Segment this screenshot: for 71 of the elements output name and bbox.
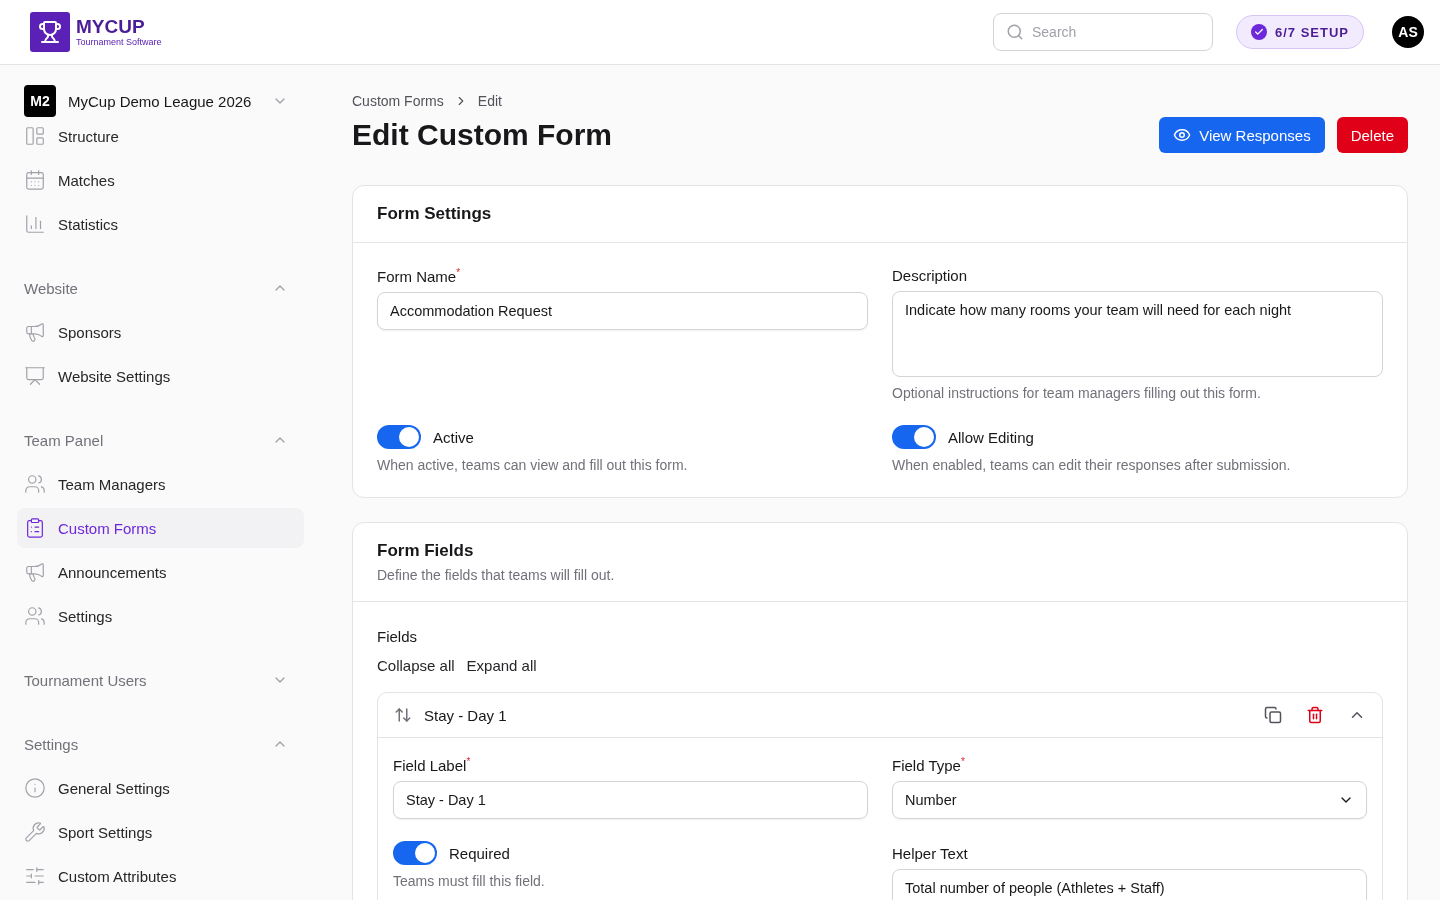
field-title: Stay - Day 1 xyxy=(424,706,508,724)
sidebar-item[interactable]: Settings xyxy=(17,596,304,636)
input-field[interactable]: Stay - Day 1 xyxy=(393,781,868,819)
users-icon xyxy=(24,605,46,627)
info-icon xyxy=(24,777,46,799)
breadcrumb-link[interactable]: Custom Forms xyxy=(352,93,444,109)
copy-icon[interactable] xyxy=(1264,706,1282,724)
page-title: Edit Custom Form xyxy=(352,118,612,152)
user-avatar[interactable]: AS xyxy=(1392,16,1424,48)
presentation-board-icon xyxy=(24,365,46,387)
input-field[interactable]: Accommodation Request xyxy=(377,292,868,330)
sidebar-item[interactable]: Matches xyxy=(17,160,304,200)
eye-icon xyxy=(1173,126,1192,144)
sidebar-item[interactable]: Sponsors xyxy=(17,312,304,352)
bar-chart-icon xyxy=(24,213,46,235)
card-subtitle: Define the fields that teams will fill out. xyxy=(377,567,616,583)
input-field[interactable]: Total number of people (Athletes + Staff) xyxy=(892,869,1367,900)
select-field[interactable]: Number xyxy=(892,781,1367,819)
logo-subtitle: Tournament Software xyxy=(76,37,162,47)
logo-title: MYCUP xyxy=(76,17,146,37)
league-selector[interactable]: M2 MyCup Demo League 2026 xyxy=(17,84,304,118)
sidebar-item[interactable]: Custom Attributes xyxy=(17,856,304,896)
delete-button[interactable]: Delete xyxy=(1336,117,1408,153)
section-label: Fields xyxy=(377,628,418,645)
clipboard-icon xyxy=(24,517,46,539)
users-icon xyxy=(24,473,46,495)
sliders-icon xyxy=(24,865,46,887)
wrench-icon xyxy=(24,821,46,843)
toggle-switch[interactable] xyxy=(892,425,936,449)
setup-progress-button[interactable]: 6/7 SETUP xyxy=(1235,15,1364,49)
check-icon xyxy=(1250,24,1267,40)
card-title: Form Fields xyxy=(377,541,475,561)
reorder-icon[interactable] xyxy=(394,706,412,724)
hint-text: When active, teams can view and fill out this form. xyxy=(377,457,689,473)
hint-text: Teams must fill this field. xyxy=(393,873,546,889)
trophy-logo-icon xyxy=(30,12,70,52)
megaphone-icon xyxy=(24,561,46,583)
view-responses-button[interactable]: View Responses xyxy=(1159,117,1325,153)
sidebar-item[interactable]: Statistics xyxy=(17,204,304,244)
search-icon xyxy=(1005,23,1024,41)
toggle-label: Allow Editing xyxy=(948,428,1034,446)
collapse-expand-link[interactable]: Expand all xyxy=(466,657,537,674)
field-label: Field Type$^{*}$ xyxy=(892,756,966,774)
field-label: Form Name$^{*}$ xyxy=(377,267,462,285)
sidebar-item[interactable]: Sport Settings xyxy=(17,812,304,852)
sidebar-item[interactable]: Custom Forms xyxy=(17,508,304,548)
section-header[interactable]: Website xyxy=(17,268,304,308)
layout-icon xyxy=(24,125,46,147)
sidebar-item[interactable]: Announcements xyxy=(17,552,304,592)
toggle-label: Required xyxy=(449,844,510,862)
field-label: Description xyxy=(892,267,969,284)
trash-icon[interactable] xyxy=(1306,706,1324,724)
field-label: Helper Text xyxy=(892,845,969,862)
sidebar-item[interactable]: Website Settings xyxy=(17,356,304,396)
hint-text: Optional instructions for team managers filling out this form. xyxy=(892,385,1262,401)
sidebar-item[interactable]: Structure xyxy=(17,116,304,156)
collapse-expand-link[interactable]: Collapse all xyxy=(377,657,455,674)
section-header[interactable]: Team Panel xyxy=(17,420,304,460)
hint-text: When enabled, teams can edit their responses after submission. xyxy=(892,457,1292,473)
calendar-icon xyxy=(24,169,46,191)
sidebar-item[interactable]: General Settings xyxy=(17,768,304,808)
sidebar-item[interactable]: Team Managers xyxy=(17,464,304,504)
toggle-label: Active xyxy=(433,428,474,446)
card-title: Form Settings xyxy=(377,204,493,224)
field-label: Field Label$^{*}$ xyxy=(393,756,472,774)
textarea-field[interactable]: Indicate how many rooms your team will need for each night xyxy=(892,291,1383,377)
toggle-switch[interactable] xyxy=(377,425,421,449)
section-header[interactable]: Tournament Users xyxy=(17,660,304,700)
section-header[interactable]: Settings xyxy=(17,724,304,764)
toggle-switch[interactable] xyxy=(393,841,437,865)
megaphone-icon xyxy=(24,321,46,343)
